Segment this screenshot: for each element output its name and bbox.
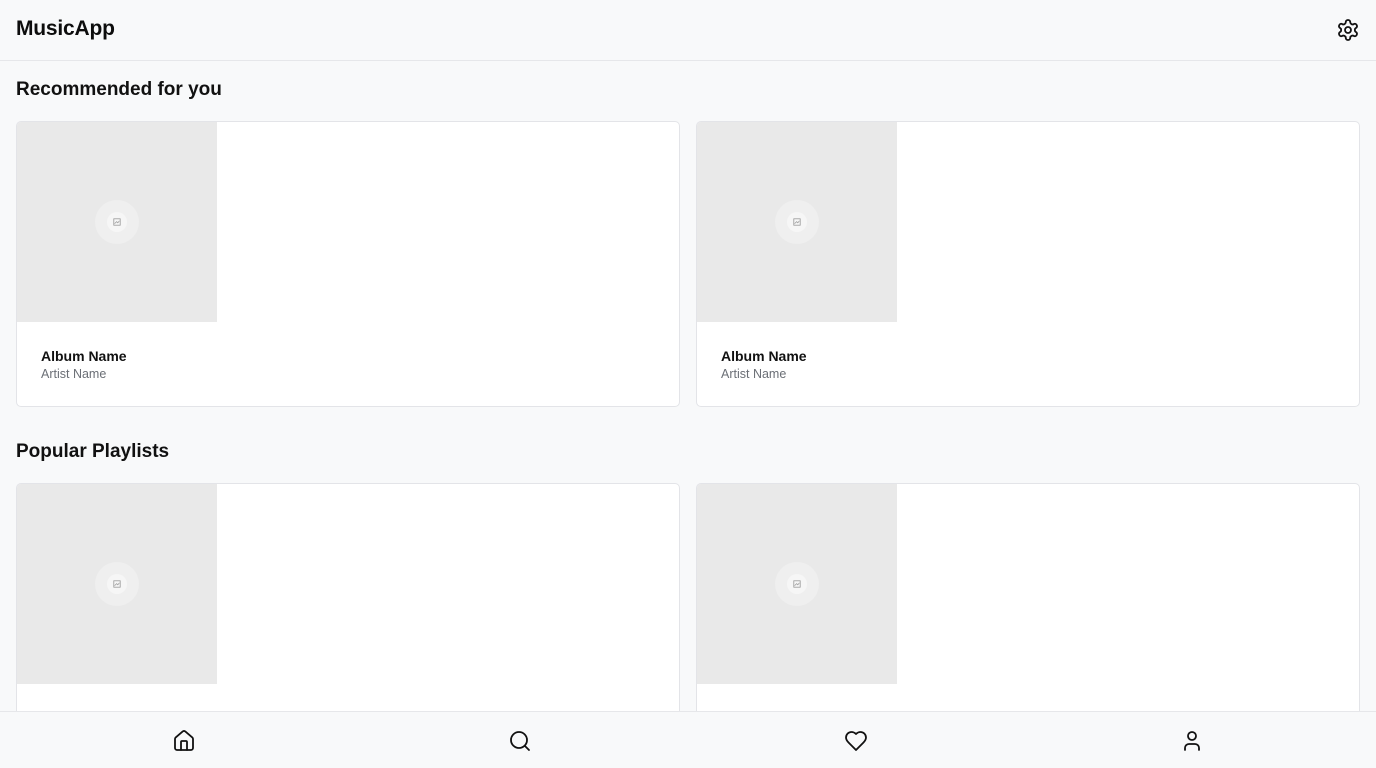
top-bar: MusicApp	[0, 0, 1376, 61]
section-title-recommended: Recommended for you	[16, 79, 222, 100]
album-name: Album Name	[721, 348, 807, 364]
artist-name: Artist Name	[41, 367, 107, 381]
home-icon	[174, 730, 194, 751]
playlist-art	[17, 484, 217, 684]
album-art	[17, 122, 217, 322]
search-icon	[510, 731, 530, 751]
album-card[interactable]: Album Name Artist Name	[696, 121, 1360, 407]
playlist-art	[697, 484, 897, 684]
image-placeholder-icon	[95, 200, 139, 244]
album-art	[697, 122, 897, 322]
nav-search-button[interactable]	[506, 727, 534, 755]
bottom-navigation	[0, 711, 1376, 768]
image-placeholder-icon	[775, 562, 819, 606]
image-placeholder-icon	[775, 200, 819, 244]
heart-icon	[845, 731, 867, 751]
app-title: MusicApp	[16, 17, 115, 40]
album-card[interactable]: Album Name Artist Name	[16, 121, 680, 407]
image-placeholder-icon	[95, 562, 139, 606]
gear-icon	[1338, 19, 1358, 41]
main-content: Recommended for you Album Name Artist Na…	[0, 61, 1376, 711]
section-title-popular-playlists: Popular Playlists	[16, 441, 170, 462]
playlist-card[interactable]	[696, 483, 1360, 711]
nav-favorites-button[interactable]	[842, 727, 870, 755]
user-icon	[1184, 731, 1200, 751]
nav-home-button[interactable]	[170, 727, 198, 755]
settings-button[interactable]	[1334, 16, 1362, 44]
nav-profile-button[interactable]	[1178, 727, 1206, 755]
artist-name: Artist Name	[721, 367, 787, 381]
playlist-card[interactable]	[16, 483, 680, 711]
album-name: Album Name	[41, 348, 127, 364]
